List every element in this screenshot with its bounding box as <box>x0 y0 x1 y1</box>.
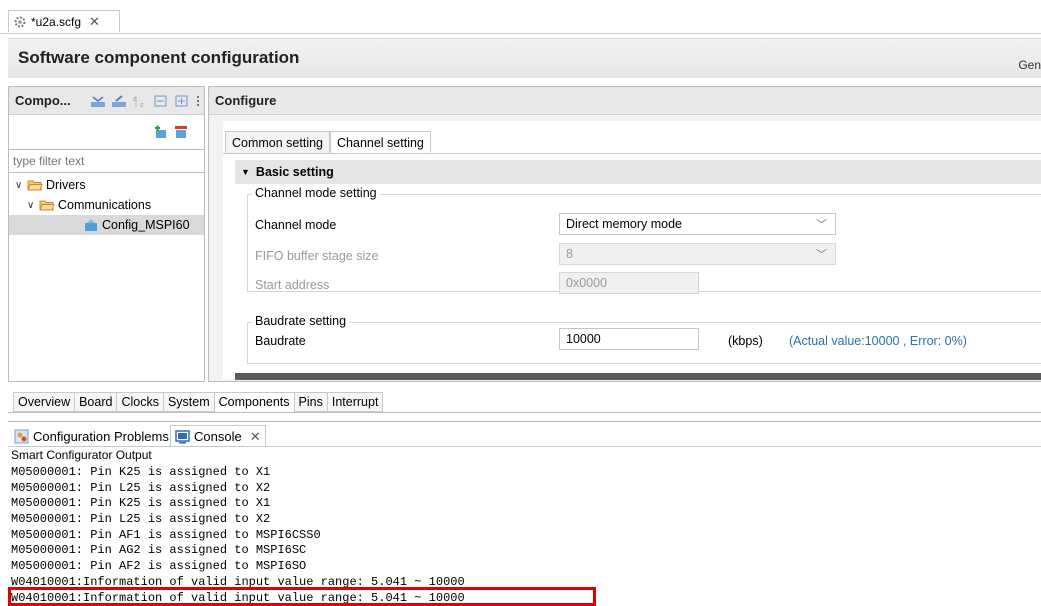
components-panel: Compo... az ∨ Drivers ∨ Communications C… <box>8 86 205 382</box>
editor-tab-bar <box>0 0 1041 34</box>
chevron-down-icon[interactable]: ∨ <box>27 200 37 211</box>
components-toolbar: az <box>87 94 201 108</box>
tab-common-setting[interactable]: Common setting <box>225 131 331 153</box>
tab-configuration-problems[interactable]: Configuration Problems <box>10 425 173 447</box>
remove-component-icon[interactable] <box>173 125 189 139</box>
triangle-down-icon[interactable]: ▼ <box>241 167 250 177</box>
filter-input[interactable] <box>9 149 204 173</box>
configure-panel-header: Configure <box>209 87 1041 115</box>
configure-panel: Configure Common setting Channel setting… <box>208 86 1041 382</box>
start-address-input[interactable]: 0x0000 <box>559 272 699 294</box>
config-tabs: Common setting Channel setting <box>225 131 431 153</box>
baudrate-unit: (kbps) <box>728 334 763 348</box>
start-address-label: Start address <box>255 278 330 292</box>
tab-clocks[interactable]: Clocks <box>116 392 164 412</box>
gear-file-icon <box>14 16 26 27</box>
baudrate-legend: Baudrate setting <box>252 314 350 328</box>
tree-item-label: Config_MSPI60 <box>102 218 190 232</box>
console-line: M05000001: Pin K25 is assigned to X1 <box>11 496 271 511</box>
perspective-divider <box>8 412 1041 413</box>
editor-tab-u2a-scfg[interactable]: *u2a.scfg ✕ <box>8 10 120 32</box>
fifo-buffer-label: FIFO buffer stage size <box>255 249 379 263</box>
collapse-icon[interactable] <box>153 94 169 108</box>
channel-mode-value: Direct memory mode <box>566 217 682 231</box>
folder-open-icon <box>27 180 43 191</box>
page-title: Software component configuration <box>18 48 300 67</box>
tab-overview[interactable]: Overview <box>13 392 76 412</box>
problems-tab-label: Configuration Problems <box>33 428 169 444</box>
tab-interrupt[interactable]: Interrupt <box>326 392 384 412</box>
editor-tab-title: *u2a.scfg <box>31 14 82 29</box>
tab-divider <box>0 33 1041 34</box>
basic-setting-label: Basic setting <box>255 165 334 179</box>
more-icon[interactable] <box>195 94 201 108</box>
generate-code-link[interactable]: Gen <box>1018 58 1041 72</box>
horizontal-scrollbar[interactable] <box>235 373 1041 380</box>
chevron-down-icon: ﹀ <box>816 249 827 261</box>
tree-item-label: Drivers <box>46 178 86 192</box>
add-component-icon[interactable] <box>153 125 169 139</box>
tree-item-drivers[interactable]: ∨ Drivers <box>15 175 86 195</box>
components-panel-header: Compo... az <box>9 87 204 115</box>
console-output-title: Smart Configurator Output <box>11 448 152 462</box>
sort-az-icon[interactable]: az <box>132 94 148 108</box>
baudrate-label: Baudrate <box>255 334 306 348</box>
console-line: M05000001: Pin K25 is assigned to X1 <box>11 465 271 479</box>
console-tab-bar: Configuration Problems Console ✕ <box>8 421 1041 447</box>
console-tab-label: Console <box>194 429 242 444</box>
tab-board[interactable]: Board <box>74 392 118 412</box>
baudrate-value: 10000 <box>566 332 601 346</box>
folder-open-icon <box>39 200 55 211</box>
chevron-down-icon: ﹀ <box>816 219 827 231</box>
chevron-down-icon[interactable]: ∨ <box>15 180 25 191</box>
console-line: M05000001: Pin AF2 is assigned to MSPI6S… <box>11 559 307 574</box>
console-divider <box>8 446 1041 447</box>
console-line: M05000001: Pin AG2 is assigned to MSPI6S… <box>11 543 307 558</box>
start-address-value: 0x0000 <box>566 276 608 290</box>
tab-components[interactable]: Components <box>213 392 295 412</box>
actual-value-text: (Actual value:10000 , Error: 0%) <box>789 334 967 348</box>
components-panel-title: Compo... <box>15 93 71 108</box>
component-icon <box>85 219 97 231</box>
channel-mode-select[interactable]: Direct memory mode ﹀ <box>559 213 836 235</box>
console-icon <box>175 429 190 443</box>
baudrate-input[interactable]: 10000 <box>559 328 699 350</box>
tree-item-config-mspi60[interactable]: Config_MSPI60 <box>9 215 204 235</box>
perspective-tabs: Overview Board Clocks System Components … <box>13 392 384 412</box>
configure-content: Common setting Channel setting ▼ Basic s… <box>223 121 1041 380</box>
expand-all-icon[interactable] <box>174 94 190 108</box>
channel-mode-legend: Channel mode setting <box>252 186 380 200</box>
basic-setting-section[interactable]: ▼ Basic setting <box>235 160 1041 184</box>
add-remove-toolbar <box>153 125 189 139</box>
console-line: M05000001: Pin L25 is assigned to X2 <box>11 480 271 495</box>
fifo-buffer-select[interactable]: 8 ﹀ <box>559 243 836 265</box>
tree-item-label: Communications <box>58 198 152 212</box>
tree-item-communications[interactable]: ∨ Communications <box>27 195 151 215</box>
tab-system[interactable]: System <box>162 392 215 412</box>
configure-title: Configure <box>215 93 277 108</box>
fifo-buffer-value: 8 <box>566 247 573 261</box>
highlight-box <box>8 587 596 606</box>
expand-icon[interactable] <box>111 94 127 108</box>
svg-text:z: z <box>140 102 144 108</box>
tab-channel-setting[interactable]: Channel setting <box>330 131 431 153</box>
close-icon[interactable]: ✕ <box>89 14 100 30</box>
tab-pins[interactable]: Pins <box>293 392 328 412</box>
tab-divider <box>223 153 1041 154</box>
console-output: M05000001: Pin K25 is assigned to X1 M05… <box>11 465 1041 606</box>
header-banner: Software component configuration Gen <box>8 38 1041 78</box>
problems-icon <box>14 429 29 443</box>
tab-console[interactable]: Console ✕ <box>170 425 266 447</box>
console-line: M05000001: Pin L25 is assigned to X2 <box>11 512 271 527</box>
console-line: M05000001: Pin AF1 is assigned to MSPI6C… <box>11 527 321 542</box>
channel-mode-label: Channel mode <box>255 218 337 232</box>
collapse-all-icon[interactable] <box>90 94 106 108</box>
close-icon[interactable]: ✕ <box>250 429 261 445</box>
